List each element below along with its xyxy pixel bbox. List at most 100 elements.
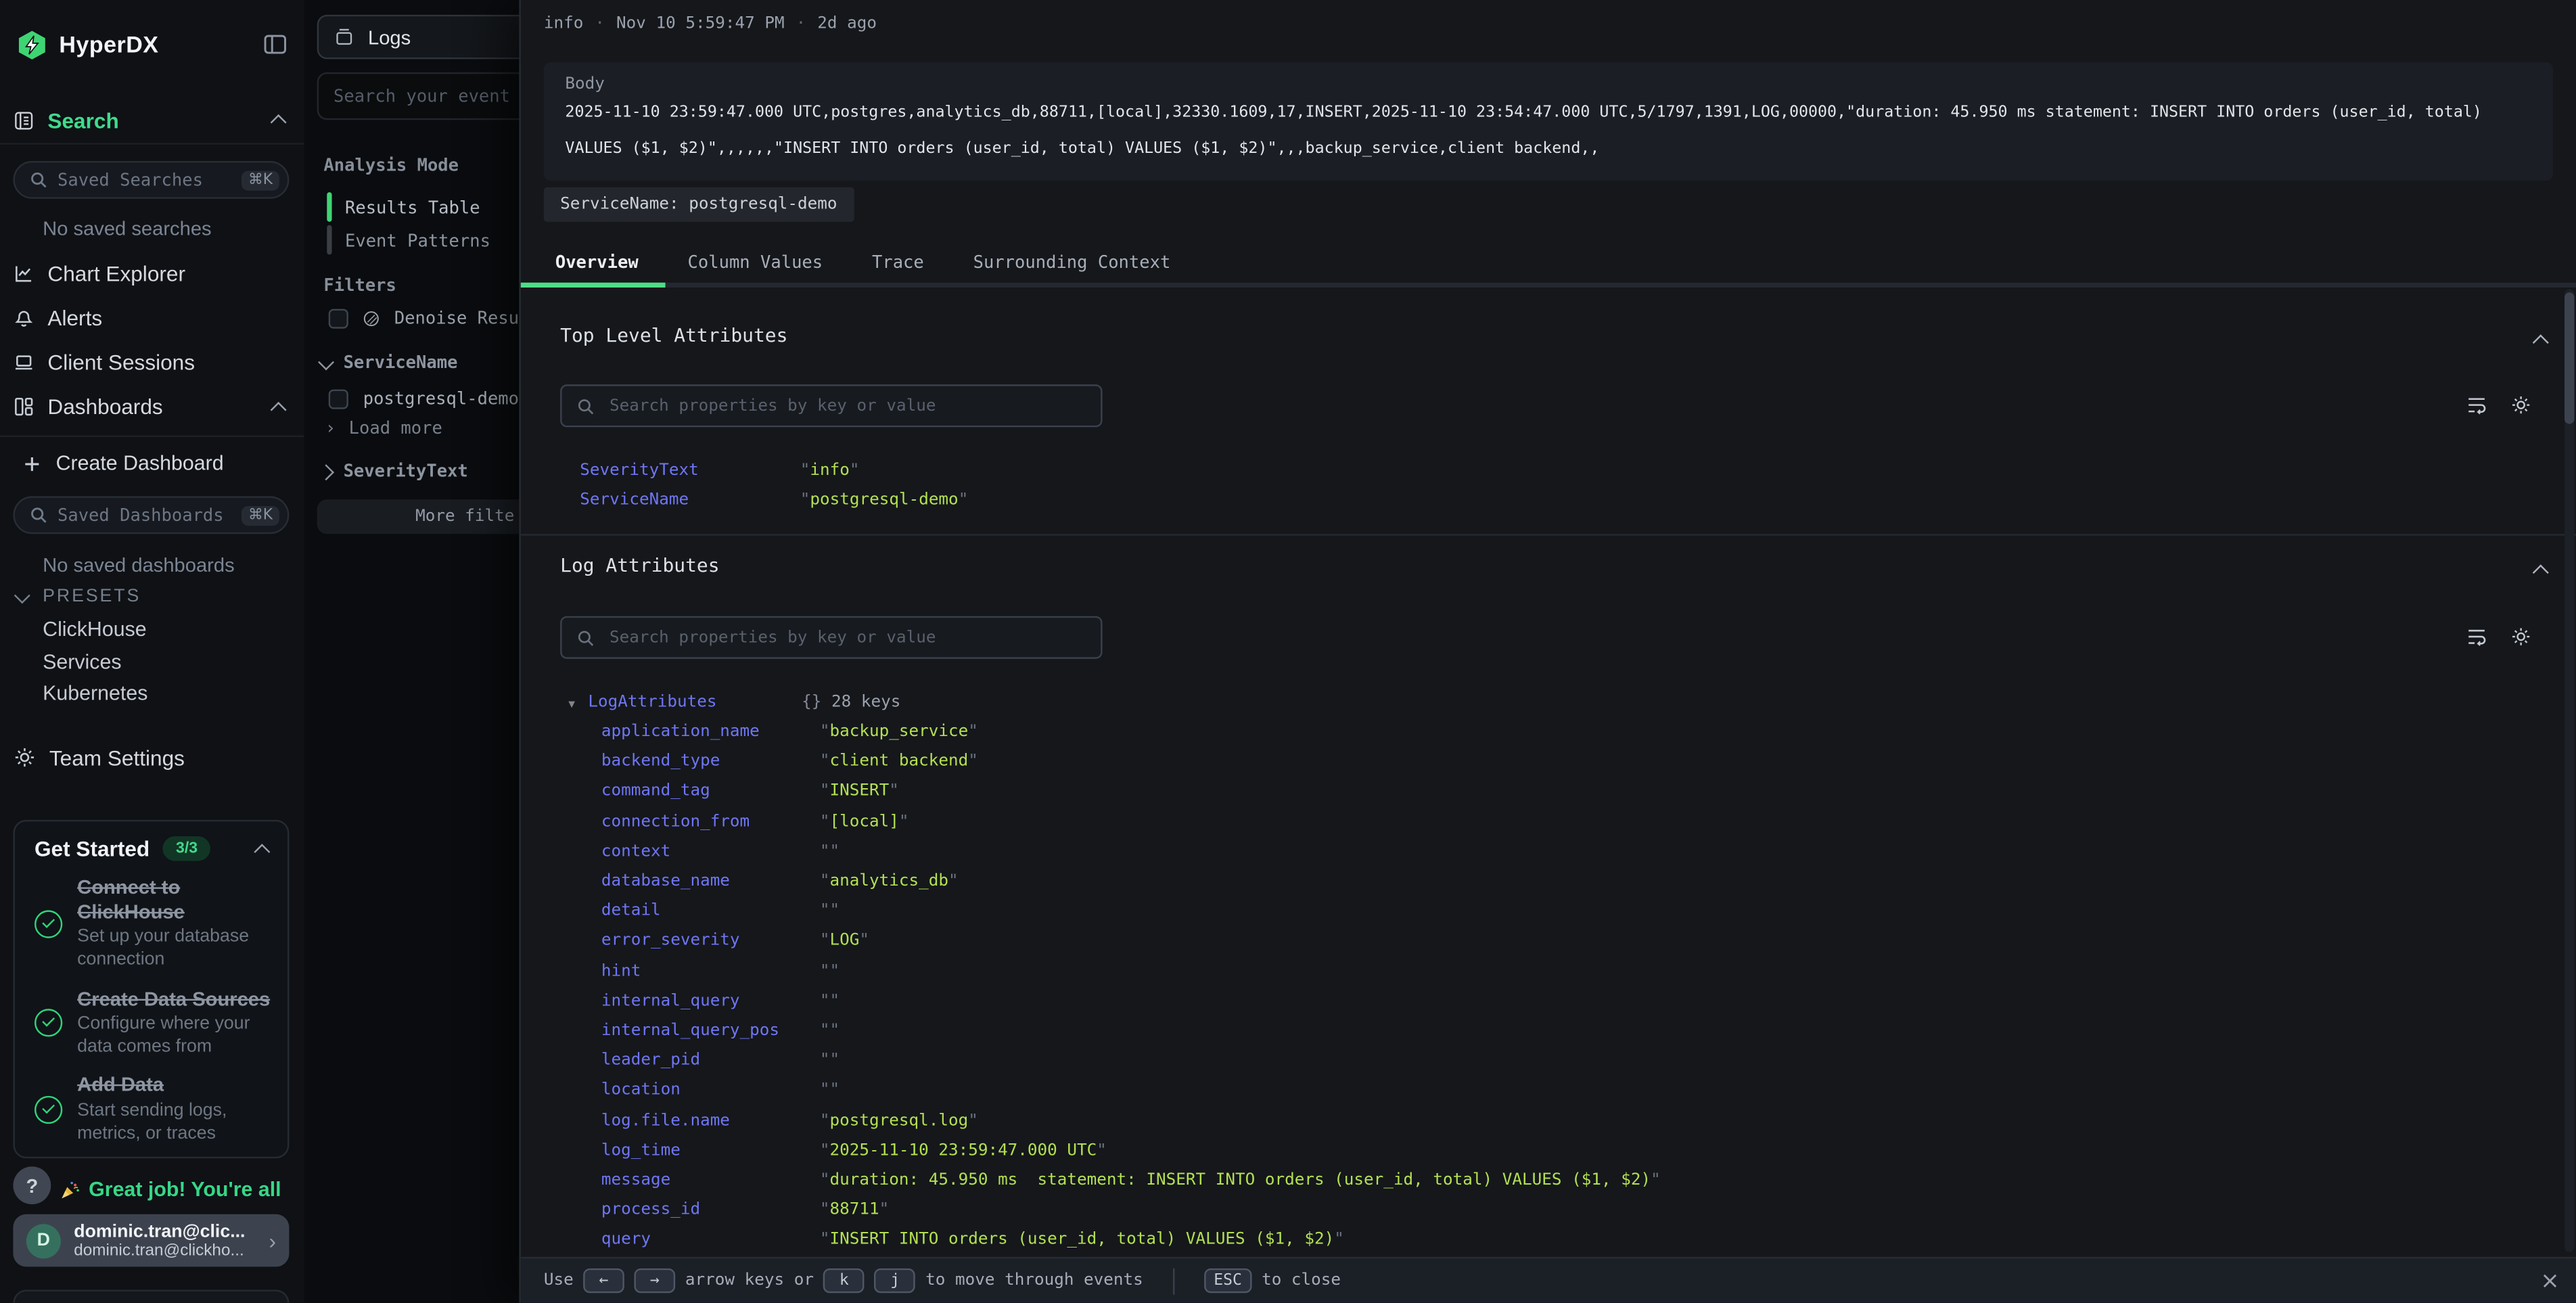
log-attributes-search-input[interactable]: [606, 626, 1101, 648]
plus-icon: [23, 454, 41, 472]
attribute-value[interactable]: duration: 45.950 ms statement: INSERT IN…: [820, 1172, 1661, 1190]
attribute-value[interactable]: postgresql.log: [820, 1112, 978, 1130]
tab-surrounding-context[interactable]: Surrounding Context: [973, 253, 1171, 273]
presets-toggle[interactable]: PRESETS: [16, 587, 141, 606]
filter-group-severitytext[interactable]: SeverityText: [321, 461, 468, 481]
attribute-value[interactable]: 2025-11-10 23:59:47.000 UTC: [820, 1141, 1107, 1160]
get-started-item[interactable]: Add Data Start sending logs, metrics, or…: [34, 1074, 275, 1146]
get-started-title: Get Started: [34, 836, 150, 861]
attribute-value[interactable]: LOG: [820, 932, 869, 951]
user-menu[interactable]: D dominic.tran@clic... dominic.tran@clic…: [13, 1214, 289, 1267]
sidebar-item-dashboards[interactable]: Dashboards: [0, 384, 304, 429]
attribute-value[interactable]: backup_service: [820, 723, 978, 741]
collapse-section-icon[interactable]: [2533, 564, 2549, 580]
attribute-key[interactable]: message: [601, 1172, 670, 1190]
scrollbar[interactable]: [2564, 289, 2575, 1252]
attribute-key[interactable]: ServiceName: [580, 491, 689, 509]
congrats-text: Great job! You're all: [89, 1178, 281, 1201]
attribute-value[interactable]: [820, 1052, 840, 1070]
tree-root-key[interactable]: LogAttributes: [588, 693, 716, 712]
attribute-value[interactable]: [820, 902, 840, 921]
attribute-value[interactable]: [820, 1022, 840, 1041]
filter-value-row[interactable]: postgresql-demo: [329, 390, 519, 409]
attribute-key[interactable]: application_name: [601, 723, 760, 741]
attribute-value[interactable]: analytics_db: [820, 873, 959, 891]
attribute-key[interactable]: connection_from: [601, 813, 750, 831]
sidebar-item-team-settings[interactable]: Team Settings: [13, 743, 184, 773]
attribute-value[interactable]: [820, 1082, 840, 1100]
attribute-key[interactable]: detail: [601, 902, 661, 921]
attribute-key[interactable]: internal_query: [601, 992, 740, 1010]
attribute-value[interactable]: [820, 992, 840, 1010]
gear-icon[interactable]: [2510, 626, 2532, 647]
attribute-key[interactable]: context: [601, 842, 670, 861]
filter-group-servicename[interactable]: ServiceName: [321, 353, 458, 373]
service-checkbox[interactable]: [329, 390, 348, 409]
tree-expand-icon[interactable]: ▾: [568, 697, 575, 712]
sidebar-item-client-sessions[interactable]: Client Sessions: [0, 340, 304, 385]
chevron-up-icon[interactable]: [271, 114, 287, 131]
body-text-line1: 2025-11-10 23:59:47.000 UTC,postgres,ana…: [565, 104, 2536, 122]
avatar: D: [26, 1223, 61, 1258]
collapse-section-icon[interactable]: [2533, 334, 2549, 350]
sidebar-item-chart-explorer[interactable]: Chart Explorer: [0, 252, 304, 296]
close-icon[interactable]: ×: [2540, 1268, 2559, 1295]
attribute-key[interactable]: query: [601, 1231, 651, 1250]
attribute-key[interactable]: log_time: [601, 1141, 681, 1160]
attribute-key[interactable]: backend_type: [601, 753, 720, 771]
sidebar-item-kubernetes[interactable]: Kubernetes: [43, 682, 147, 705]
attribute-key[interactable]: command_tag: [601, 783, 710, 801]
top-level-search-box[interactable]: [560, 384, 1102, 427]
archive-box-icon: [334, 26, 355, 48]
attribute-key[interactable]: location: [601, 1082, 681, 1100]
attribute-value[interactable]: postgresql-demo: [800, 491, 969, 509]
top-level-search-input[interactable]: [606, 395, 1101, 417]
attribute-value[interactable]: client backend: [820, 753, 978, 771]
chevron-up-icon[interactable]: [254, 843, 270, 859]
denoise-filter-row[interactable]: Denoise Resul: [329, 309, 530, 329]
attribute-value[interactable]: 88711: [820, 1202, 889, 1220]
mode-results-table[interactable]: Results Table: [345, 199, 480, 219]
log-attributes-search-box[interactable]: [560, 616, 1102, 659]
service-name-tag[interactable]: ServiceName: postgresql-demo: [544, 187, 854, 222]
attribute-value[interactable]: [local]: [820, 813, 909, 831]
filter-group-label: ServiceName: [344, 353, 458, 373]
denoise-label: Denoise Resul: [394, 309, 530, 329]
tab-column-values[interactable]: Column Values: [688, 253, 823, 273]
saved-dashboards-button[interactable]: Saved Dashboards ⌘K: [13, 496, 289, 534]
attribute-value[interactable]: INSERT INTO orders (user_id, total) VALU…: [820, 1231, 1344, 1250]
gear-icon[interactable]: [2510, 394, 2532, 416]
tab-trace[interactable]: Trace: [872, 253, 924, 273]
load-more-button[interactable]: › Load more: [325, 419, 442, 438]
tab-overview[interactable]: Overview: [555, 253, 639, 273]
sidebar-item-alerts[interactable]: Alerts: [0, 296, 304, 340]
attribute-value[interactable]: info: [800, 461, 860, 480]
wrap-lines-icon[interactable]: [2466, 626, 2487, 647]
saved-searches-button[interactable]: Saved Searches ⌘K: [13, 161, 289, 199]
get-started-item[interactable]: Connect to ClickHouse Set up your databa…: [34, 875, 275, 971]
attribute-value[interactable]: [820, 842, 840, 861]
attribute-key[interactable]: leader_pid: [601, 1052, 700, 1070]
attribute-key[interactable]: database_name: [601, 873, 730, 891]
get-started-header[interactable]: Get Started 3/3: [34, 836, 268, 861]
attribute-key[interactable]: log.file.name: [601, 1112, 730, 1130]
scrollbar-thumb[interactable]: [2564, 292, 2575, 424]
sidebar-item-clickhouse[interactable]: ClickHouse: [43, 618, 147, 641]
attribute-key[interactable]: process_id: [601, 1202, 700, 1220]
wrap-lines-icon[interactable]: [2466, 394, 2487, 416]
sidebar-item-services[interactable]: Services: [43, 649, 121, 672]
attribute-key[interactable]: error_severity: [601, 932, 740, 951]
attribute-key[interactable]: internal_query_pos: [601, 1022, 779, 1041]
sidebar-collapse-icon[interactable]: [263, 33, 288, 56]
create-dashboard-button[interactable]: Create Dashboard: [23, 445, 224, 481]
chevron-up-icon[interactable]: [271, 401, 287, 417]
attribute-key[interactable]: SeverityText: [580, 461, 698, 480]
mode-event-patterns[interactable]: Event Patterns: [345, 231, 490, 251]
help-button[interactable]: ?: [13, 1166, 51, 1204]
denoise-checkbox[interactable]: [329, 309, 348, 329]
attribute-value[interactable]: INSERT: [820, 783, 899, 801]
get-started-item[interactable]: Create Data Sources Configure where your…: [34, 986, 275, 1059]
attribute-key[interactable]: hint: [601, 962, 641, 980]
sidebar-item-search[interactable]: Search: [13, 105, 284, 135]
attribute-value[interactable]: [820, 962, 840, 980]
